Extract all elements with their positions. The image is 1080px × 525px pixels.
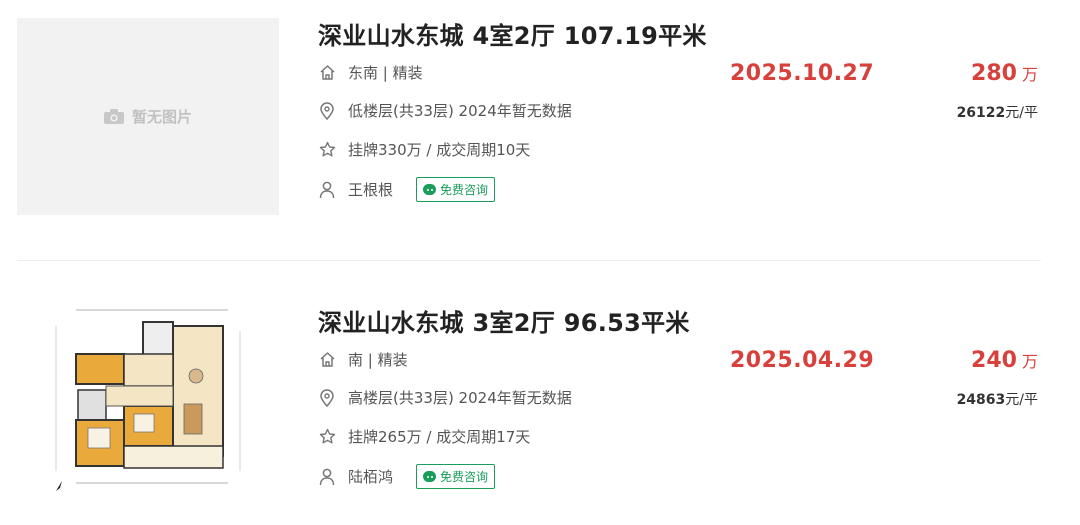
listing-card: 暂无图片 深业山水东城 4室2厅 107.19平米 东南 | 精装 低楼层(共3… bbox=[0, 0, 1080, 230]
no-image-placeholder: 暂无图片 bbox=[103, 106, 192, 127]
unit-price-suffix: 元/平 bbox=[1005, 392, 1038, 408]
wechat-icon bbox=[423, 184, 437, 195]
free-consult-button[interactable]: 免费咨询 bbox=[416, 177, 496, 202]
agent-name[interactable]: 王根根 bbox=[348, 179, 393, 200]
listing-info-row: 挂牌330万 / 成交周期10天 bbox=[318, 139, 530, 160]
total-price-value: 240 bbox=[971, 348, 1017, 373]
total-price-unit: 万 bbox=[1021, 352, 1038, 371]
deal-date: 2025.10.27 bbox=[730, 61, 875, 86]
orientation-text: 东南 | 精装 bbox=[348, 64, 423, 82]
agent-row: 陆栢鸿 免费咨询 bbox=[318, 464, 496, 489]
star-icon bbox=[318, 428, 336, 446]
total-price-unit: 万 bbox=[1021, 65, 1038, 84]
home-icon bbox=[318, 64, 336, 82]
deal-date: 2025.04.29 bbox=[730, 348, 875, 373]
free-consult-label: 免费咨询 bbox=[440, 183, 489, 197]
camera-icon bbox=[103, 109, 124, 124]
agent-row: 王根根 免费咨询 bbox=[318, 177, 496, 202]
listing-title[interactable]: 深业山水东城 3室2厅 96.53平米 bbox=[318, 303, 690, 338]
listing-title[interactable]: 深业山水东城 4室2厅 107.19平米 bbox=[318, 16, 707, 51]
orientation-text: 南 | 精装 bbox=[348, 351, 408, 369]
listing-card: 深业山水东城 3室2厅 96.53平米 南 | 精装 高楼层(共33层) 202… bbox=[0, 287, 1080, 517]
orientation-row: 南 | 精装 bbox=[318, 349, 408, 370]
listing-divider bbox=[17, 260, 1041, 261]
location-pin-icon bbox=[318, 101, 336, 120]
listing-info-text: 挂牌330万 / 成交周期10天 bbox=[348, 141, 531, 159]
no-image-label: 暂无图片 bbox=[131, 108, 192, 126]
wechat-icon bbox=[423, 471, 437, 482]
total-price: 240 万 bbox=[971, 348, 1038, 373]
floor-row: 高楼层(共33层) 2024年暂无数据 bbox=[318, 387, 572, 408]
unit-price: 26122元/平 bbox=[957, 102, 1038, 122]
unit-price-value: 26122 bbox=[956, 105, 1006, 121]
total-price: 280 万 bbox=[971, 61, 1038, 86]
listing-thumbnail[interactable] bbox=[17, 297, 279, 494]
unit-price-value: 24863 bbox=[956, 392, 1006, 408]
floor-text: 高楼层(共33层) 2024年暂无数据 bbox=[348, 389, 572, 407]
floor-row: 低楼层(共33层) 2024年暂无数据 bbox=[318, 100, 572, 121]
listing-thumbnail[interactable]: 暂无图片 bbox=[17, 18, 279, 215]
listing-info-text: 挂牌265万 / 成交周期17天 bbox=[348, 428, 531, 446]
agent-name[interactable]: 陆栢鸿 bbox=[348, 466, 393, 487]
home-icon bbox=[318, 351, 336, 369]
orientation-row: 东南 | 精装 bbox=[318, 62, 423, 83]
free-consult-button[interactable]: 免费咨询 bbox=[416, 464, 496, 489]
free-consult-label: 免费咨询 bbox=[440, 470, 489, 484]
floor-plan-image bbox=[55, 309, 241, 491]
location-pin-icon bbox=[318, 388, 336, 407]
unit-price-suffix: 元/平 bbox=[1005, 105, 1038, 121]
unit-price: 24863元/平 bbox=[957, 389, 1038, 409]
floor-text: 低楼层(共33层) 2024年暂无数据 bbox=[348, 102, 572, 120]
person-icon bbox=[318, 468, 336, 486]
person-icon bbox=[318, 181, 336, 199]
listing-info-row: 挂牌265万 / 成交周期17天 bbox=[318, 426, 530, 447]
total-price-value: 280 bbox=[971, 61, 1017, 86]
star-icon bbox=[318, 141, 336, 159]
